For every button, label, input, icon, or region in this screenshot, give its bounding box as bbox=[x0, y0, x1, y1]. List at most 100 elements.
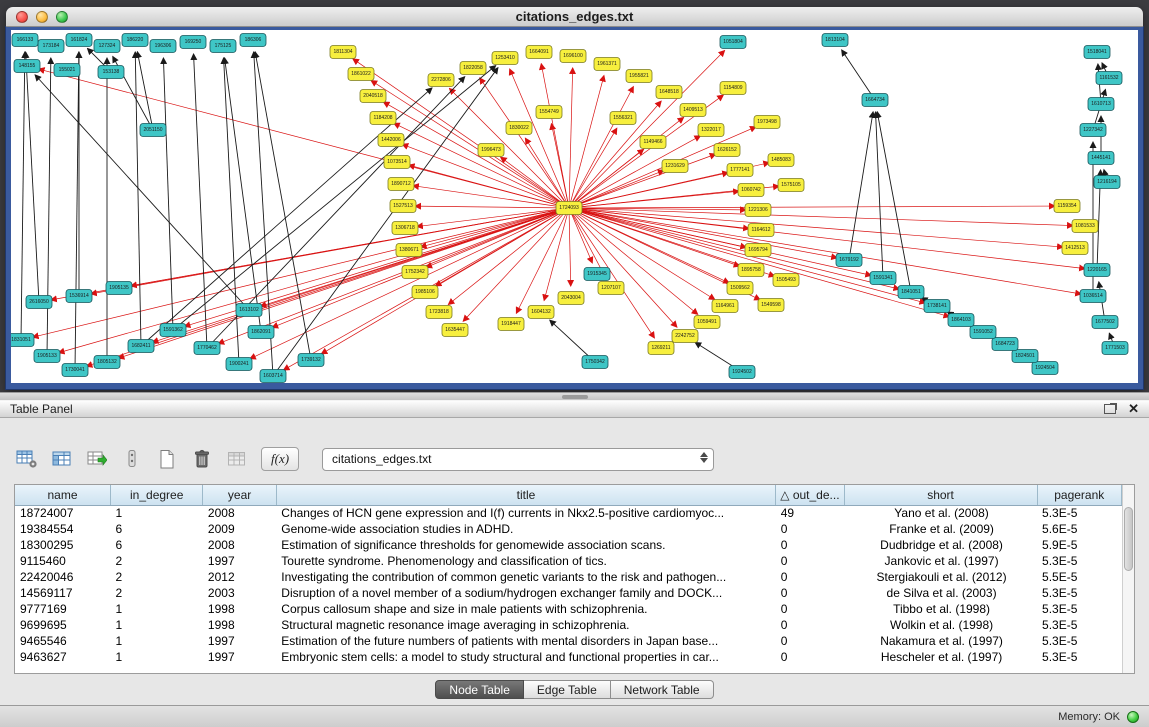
table-row[interactable]: 977716911998Corpus callosum shape and si… bbox=[15, 601, 1122, 617]
graph-node[interactable]: 1060742 bbox=[738, 184, 764, 197]
graph-node[interactable]: 1051804 bbox=[720, 36, 746, 49]
table-scrollbar[interactable] bbox=[1122, 485, 1134, 673]
table-cell[interactable]: 9115460 bbox=[15, 553, 110, 569]
table-cell[interactable]: 0 bbox=[776, 633, 844, 649]
table-cell[interactable]: 18300295 bbox=[15, 537, 110, 553]
table-row[interactable]: 969969511998Structural magnetic resonanc… bbox=[15, 617, 1122, 633]
graph-node[interactable]: 1915345 bbox=[584, 268, 610, 281]
graph-node[interactable]: 1961371 bbox=[594, 58, 620, 71]
import-table-button[interactable] bbox=[224, 446, 250, 472]
graph-node[interactable]: 2272806 bbox=[428, 74, 454, 87]
graph-node[interactable]: 1813104 bbox=[822, 34, 848, 47]
graph-node[interactable]: 1591052 bbox=[970, 326, 996, 339]
table-cell[interactable]: 1997 bbox=[203, 633, 276, 649]
graph-node[interactable]: 1518041 bbox=[1084, 46, 1110, 59]
table-cell[interactable]: Nakamura et al. (1997) bbox=[844, 633, 1037, 649]
table-cell[interactable]: 0 bbox=[776, 601, 844, 617]
column-header-short[interactable]: short bbox=[844, 485, 1037, 505]
table-cell[interactable]: 2 bbox=[110, 585, 202, 601]
table-row[interactable]: 911546021997Tourette syndrome. Phenomeno… bbox=[15, 553, 1122, 569]
graph-node[interactable]: 1527513 bbox=[390, 200, 416, 213]
graph-node[interactable]: 1575105 bbox=[778, 179, 804, 192]
table-cell[interactable]: Estimation of the future numbers of pati… bbox=[276, 633, 775, 649]
graph-node[interactable]: 1895758 bbox=[738, 264, 764, 277]
table-cell[interactable]: Hescheler et al. (1997) bbox=[844, 649, 1037, 665]
graph-node[interactable]: 1073514 bbox=[384, 156, 410, 169]
graph-node[interactable]: 1924502 bbox=[729, 366, 755, 379]
zoom-button[interactable] bbox=[56, 11, 68, 23]
table-row[interactable]: 1938455462009Genome-wide association stu… bbox=[15, 521, 1122, 537]
graph-node[interactable]: 1750342 bbox=[582, 356, 608, 369]
graph-node[interactable]: 1684723 bbox=[992, 338, 1018, 351]
table-cell[interactable]: 2008 bbox=[203, 537, 276, 553]
table-cell[interactable]: 9463627 bbox=[15, 649, 110, 665]
table-cell[interactable]: 2 bbox=[110, 569, 202, 585]
graph-node[interactable]: 175125 bbox=[210, 40, 236, 53]
tab-network-table[interactable]: Network Table bbox=[611, 680, 714, 699]
table-cell[interactable]: Genome-wide association studies in ADHD. bbox=[276, 521, 775, 537]
new-table-button[interactable] bbox=[154, 446, 180, 472]
graph-node[interactable]: 1269211 bbox=[648, 342, 674, 355]
table-cell[interactable]: 5.3E-5 bbox=[1037, 553, 1121, 569]
graph-node[interactable]: 2051150 bbox=[140, 124, 166, 137]
graph-node[interactable]: 1723818 bbox=[426, 306, 452, 319]
graph-node[interactable]: 1905135 bbox=[106, 282, 132, 295]
table-cell[interactable]: 2003 bbox=[203, 585, 276, 601]
graph-node[interactable]: 1591362 bbox=[160, 324, 186, 337]
graph-node[interactable]: 1164612 bbox=[748, 224, 774, 237]
table-row[interactable]: 1456911722003Disruption of a novel membe… bbox=[15, 585, 1122, 601]
float-panel-icon[interactable] bbox=[1104, 404, 1116, 414]
graph-node[interactable]: 1164961 bbox=[712, 300, 738, 313]
table-cell[interactable]: 5.3E-5 bbox=[1037, 505, 1121, 521]
column-header-title[interactable]: title bbox=[276, 485, 775, 505]
graph-node[interactable]: 1864103 bbox=[948, 314, 974, 327]
table-cell[interactable]: 0 bbox=[776, 585, 844, 601]
graph-node[interactable]: 1322017 bbox=[698, 124, 724, 137]
table-cell[interactable]: 19384554 bbox=[15, 521, 110, 537]
graph-node[interactable]: 1485083 bbox=[768, 154, 794, 167]
graph-node[interactable]: 1635447 bbox=[442, 324, 468, 337]
table-cell[interactable]: 0 bbox=[776, 649, 844, 665]
column-button[interactable] bbox=[119, 446, 145, 472]
table-cell[interactable]: 9465546 bbox=[15, 633, 110, 649]
table-cell[interactable]: 1997 bbox=[203, 553, 276, 569]
graph-node[interactable]: 1679192 bbox=[836, 254, 862, 267]
column-header-year[interactable]: year bbox=[203, 485, 276, 505]
graph-node[interactable]: 1505493 bbox=[773, 274, 799, 287]
table-cell[interactable]: 1998 bbox=[203, 617, 276, 633]
table-row[interactable]: 2242004622012Investigating the contribut… bbox=[15, 569, 1122, 585]
network-canvas[interactable]: 1051804181310417715031677502103651412201… bbox=[11, 30, 1138, 383]
graph-node[interactable]: 1591341 bbox=[870, 272, 896, 285]
graph-node[interactable]: 1739132 bbox=[298, 354, 324, 367]
graph-node[interactable]: 1626152 bbox=[714, 144, 740, 157]
table-cell[interactable]: 5.5E-5 bbox=[1037, 569, 1121, 585]
graph-node[interactable]: 1862091 bbox=[248, 326, 274, 339]
graph-node[interactable]: 1610713 bbox=[1088, 98, 1114, 111]
table-cell[interactable]: 5.3E-5 bbox=[1037, 649, 1121, 665]
table-cell[interactable]: 1997 bbox=[203, 649, 276, 665]
table-cell[interactable]: 9699695 bbox=[15, 617, 110, 633]
graph-node[interactable]: 173184 bbox=[38, 40, 64, 53]
table-cell[interactable]: Structural magnetic resonance image aver… bbox=[276, 617, 775, 633]
close-panel-icon[interactable]: ✕ bbox=[1128, 403, 1139, 415]
table-cell[interactable]: 1 bbox=[110, 633, 202, 649]
graph-node[interactable]: 166133 bbox=[12, 34, 38, 47]
table-cell[interactable]: 49 bbox=[776, 505, 844, 521]
show-columns-button[interactable] bbox=[49, 446, 75, 472]
table-cell[interactable]: Disruption of a novel member of a sodium… bbox=[276, 585, 775, 601]
table-mode-button[interactable] bbox=[14, 446, 40, 472]
graph-node[interactable]: 1664091 bbox=[526, 46, 552, 59]
table-cell[interactable]: 5.3E-5 bbox=[1037, 617, 1121, 633]
graph-node[interactable]: 1677502 bbox=[1092, 316, 1118, 329]
graph-node[interactable]: 155021 bbox=[54, 64, 80, 77]
graph-node[interactable]: 1549598 bbox=[758, 299, 784, 312]
graph-node[interactable]: 1830022 bbox=[506, 122, 532, 135]
graph-node[interactable]: 1412513 bbox=[1062, 242, 1088, 255]
divider-grip-icon[interactable] bbox=[562, 395, 588, 399]
table-cell[interactable]: 0 bbox=[776, 569, 844, 585]
graph-node[interactable]: 1648518 bbox=[656, 86, 682, 99]
graph-node[interactable]: 1161532 bbox=[1096, 72, 1122, 85]
graph-node[interactable]: 1227342 bbox=[1080, 124, 1106, 137]
graph-node[interactable]: 1890712 bbox=[388, 178, 414, 191]
table-cell[interactable]: 0 bbox=[776, 553, 844, 569]
